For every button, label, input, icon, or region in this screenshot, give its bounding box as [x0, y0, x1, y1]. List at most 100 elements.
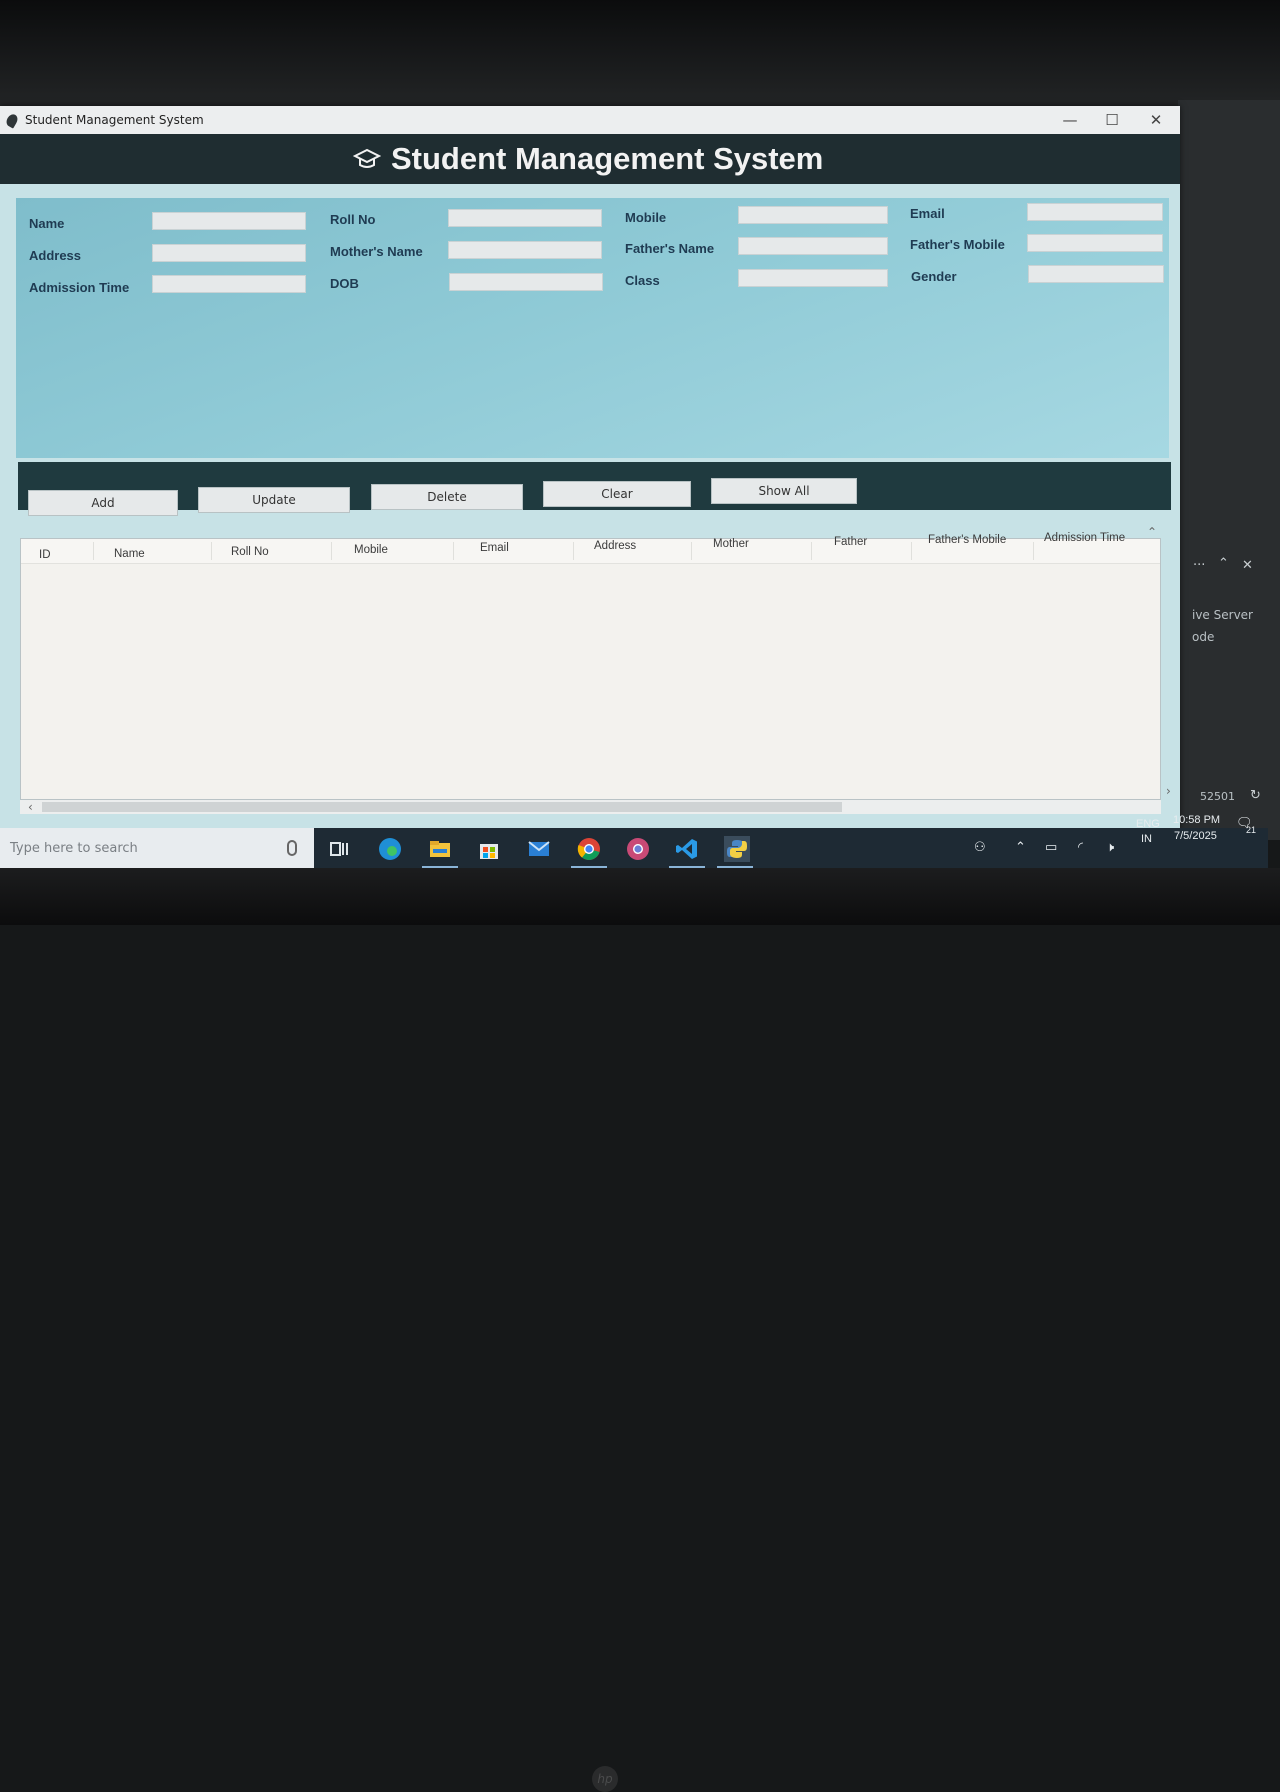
- horizontal-scrollbar[interactable]: ‹ ›: [20, 784, 1171, 814]
- add-button[interactable]: Add: [28, 490, 178, 516]
- battery-icon[interactable]: ▭: [1045, 840, 1057, 855]
- gender-label: Gender: [911, 269, 957, 284]
- col-admission-time[interactable]: Admission Time: [1044, 532, 1125, 544]
- notification-count: 21: [1246, 825, 1257, 835]
- mothers-name-label: Mother's Name: [330, 244, 423, 259]
- col-email[interactable]: Email: [480, 542, 509, 554]
- task-view-icon[interactable]: [326, 836, 352, 862]
- class-field[interactable]: [738, 269, 888, 287]
- column-divider: [93, 542, 94, 560]
- email-field[interactable]: [1027, 203, 1163, 221]
- language-line2[interactable]: IN: [1141, 833, 1152, 845]
- search-placeholder: Type here to search: [10, 841, 138, 856]
- column-divider: [911, 542, 912, 560]
- file-explorer-icon[interactable]: [427, 836, 453, 862]
- button-bar: Add Update Delete Clear Show All: [18, 462, 1171, 516]
- dob-field[interactable]: [449, 273, 603, 291]
- column-divider: [1033, 542, 1034, 560]
- store-icon[interactable]: [476, 836, 502, 862]
- col-id[interactable]: ID: [39, 549, 51, 561]
- app-header: Student Management System: [0, 134, 1180, 184]
- microphone-icon[interactable]: [287, 840, 297, 856]
- name-label: Name: [29, 216, 65, 231]
- taskbar: Type here to search ⚇ ⌃ ▭ ◜ 🕨 ENG IN 10:…: [0, 814, 1268, 870]
- window-title: Student Management System: [25, 113, 204, 127]
- close-button[interactable]: ✕: [1136, 108, 1176, 132]
- app-window: Student Management System — ☐ ✕ Student …: [0, 106, 1180, 830]
- fathers-name-label: Father's Name: [625, 241, 715, 256]
- graduation-cap-icon: [353, 148, 381, 168]
- fathers-mobile-field[interactable]: [1027, 234, 1163, 252]
- address-label: Address: [29, 248, 82, 263]
- chrome-icon[interactable]: [576, 836, 602, 862]
- col-father[interactable]: Father: [834, 536, 867, 548]
- admission-time-label: Admission Time: [29, 280, 130, 295]
- address-field[interactable]: [152, 244, 306, 262]
- fathers-name-field[interactable]: [738, 237, 888, 255]
- col-mother[interactable]: Mother: [713, 538, 749, 550]
- col-name[interactable]: Name: [114, 548, 145, 560]
- chevron-up-icon[interactable]: ⌃: [1218, 556, 1229, 571]
- col-fathers-mobile[interactable]: Father's Mobile: [928, 534, 1006, 546]
- chevron-up-icon[interactable]: ⌃: [1015, 840, 1026, 855]
- clock-time[interactable]: 10:58 PM: [1173, 814, 1220, 826]
- more-icon[interactable]: ···: [1193, 558, 1205, 573]
- admission-time-field[interactable]: [152, 275, 306, 293]
- update-button[interactable]: Update: [198, 487, 350, 513]
- form-panel: Name Roll No Mobile Email Address Mother…: [16, 198, 1169, 458]
- port-text: 52501: [1200, 790, 1235, 803]
- close-icon[interactable]: ✕: [1242, 558, 1253, 573]
- language-line1[interactable]: ENG: [1136, 818, 1160, 830]
- name-field[interactable]: [152, 212, 306, 230]
- wifi-icon[interactable]: ◜: [1078, 840, 1083, 855]
- column-divider: [211, 542, 212, 560]
- column-divider: [811, 542, 812, 560]
- student-table[interactable]: ID Name Roll No Mobile Email Address Mot…: [20, 525, 1161, 800]
- maximize-button[interactable]: ☐: [1092, 108, 1132, 132]
- mail-icon[interactable]: [526, 836, 552, 862]
- fathers-mobile-label: Father's Mobile: [910, 237, 1005, 252]
- title-bar: Student Management System — ☐ ✕: [0, 106, 1180, 134]
- speaker-icon[interactable]: 🕨: [1106, 840, 1114, 855]
- mothers-name-field[interactable]: [448, 241, 602, 259]
- show-all-button[interactable]: Show All: [711, 478, 857, 504]
- taskbar-search[interactable]: Type here to search: [0, 828, 314, 870]
- edge-icon[interactable]: [377, 836, 403, 862]
- email-label: Email: [910, 206, 945, 221]
- roll-no-label: Roll No: [330, 212, 376, 227]
- column-divider: [331, 542, 332, 560]
- mobile-label: Mobile: [625, 210, 667, 225]
- side-panel-line1: ive Server: [1192, 608, 1253, 622]
- side-panel-line2: ode: [1192, 630, 1215, 644]
- clock-date[interactable]: 7/5/2025: [1174, 830, 1217, 842]
- col-mobile[interactable]: Mobile: [354, 544, 388, 556]
- feather-icon: [4, 112, 20, 129]
- scroll-right-icon[interactable]: ›: [1166, 784, 1171, 798]
- monitor-bezel-bottom: hp: [0, 868, 1280, 1792]
- laptop-logo: hp: [592, 1766, 618, 1792]
- roll-no-field[interactable]: [448, 209, 602, 227]
- scroll-left-icon[interactable]: ‹: [28, 800, 33, 814]
- col-roll-no[interactable]: Roll No: [231, 546, 269, 558]
- column-divider: [691, 542, 692, 560]
- background-editor-window: ··· ⌃ ✕ ive Server ode 52501 ↻: [1178, 100, 1280, 840]
- scrollbar-thumb[interactable]: [42, 802, 842, 812]
- refresh-icon[interactable]: ↻: [1250, 788, 1261, 803]
- vscode-icon[interactable]: [674, 836, 700, 862]
- people-icon[interactable]: ⚇: [974, 840, 986, 855]
- col-address[interactable]: Address: [594, 540, 636, 552]
- column-divider: [453, 542, 454, 560]
- scroll-up-icon[interactable]: ⌃: [1147, 525, 1157, 539]
- monitor-bezel-top: [0, 0, 1280, 108]
- python-icon[interactable]: [724, 836, 750, 862]
- column-divider: [573, 542, 574, 560]
- dob-label: DOB: [330, 276, 359, 291]
- page-title: Student Management System: [391, 141, 824, 176]
- chrome-alt-icon[interactable]: [625, 836, 651, 862]
- minimize-button[interactable]: —: [1050, 108, 1090, 132]
- delete-button[interactable]: Delete: [371, 484, 523, 510]
- clear-button[interactable]: Clear: [543, 481, 691, 507]
- mobile-field[interactable]: [738, 206, 888, 224]
- gender-field[interactable]: [1028, 265, 1164, 283]
- table-header: ID Name Roll No Mobile Email Address Mot…: [21, 532, 1160, 564]
